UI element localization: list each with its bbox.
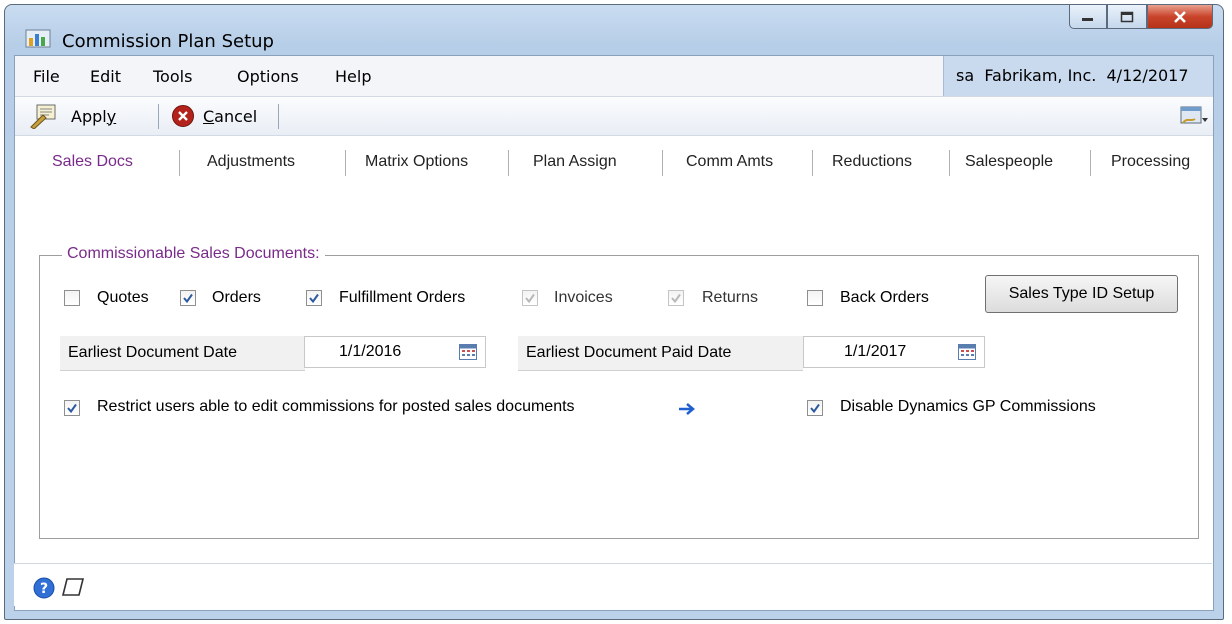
invoices-checkbox[interactable] — [522, 290, 538, 306]
quotes-checkbox[interactable] — [64, 290, 80, 306]
window-options-button[interactable] — [1179, 97, 1209, 135]
fulfillment-orders-label: Fulfillment Orders — [339, 289, 466, 306]
quotes-label: Quotes — [97, 289, 149, 306]
sales-type-id-setup-button[interactable]: Sales Type ID Setup — [985, 275, 1178, 313]
arrow-right-icon[interactable] — [678, 401, 696, 417]
earliest-doc-date-field[interactable]: 1/1/2016 — [304, 336, 486, 368]
cancel-button[interactable]: Cancel — [171, 97, 257, 135]
earliest-paid-date-value: 1/1/2017 — [844, 343, 907, 360]
tab-plan-assign[interactable]: Plan Assign — [533, 153, 617, 171]
tab-separator — [345, 150, 346, 176]
calendar-icon[interactable] — [459, 344, 477, 360]
window-options-icon — [1180, 106, 1208, 124]
earliest-paid-date-field[interactable]: 1/1/2017 — [803, 336, 985, 368]
tab-reductions[interactable]: Reductions — [832, 153, 912, 171]
tab-separator — [662, 150, 663, 176]
note-icon[interactable] — [61, 576, 85, 598]
check-icon — [309, 293, 319, 304]
cancel-label: Cancel — [203, 106, 258, 126]
tab-comm-amts[interactable]: Comm Amts — [686, 153, 773, 171]
restrict-users-label: Restrict users able to edit commissions … — [97, 398, 575, 415]
tab-separator — [812, 150, 813, 176]
app-icon — [25, 29, 51, 48]
disable-commissions-checkbox[interactable] — [807, 400, 823, 416]
menu-help[interactable]: Help — [335, 67, 371, 86]
earliest-paid-date-label: Earliest Document Paid Date — [526, 344, 732, 361]
tab-separator — [949, 150, 950, 176]
close-button[interactable] — [1147, 5, 1213, 29]
earliest-doc-date-label: Earliest Document Date — [68, 344, 237, 361]
content-area: Commissionable Sales Documents: — [14, 185, 1212, 559]
tab-separator — [179, 150, 180, 176]
menu-file[interactable]: File — [33, 67, 60, 86]
window-controls — [1069, 5, 1213, 31]
minimize-button[interactable] — [1069, 5, 1107, 29]
orders-checkbox[interactable] — [180, 290, 196, 306]
title-bar[interactable]: Commission Plan Setup — [5, 5, 1223, 52]
tab-matrix-options[interactable]: Matrix Options — [365, 153, 468, 171]
earliest-doc-date-value: 1/1/2016 — [339, 343, 402, 360]
toolbar: Apply Cancel — [15, 97, 1213, 136]
tab-separator — [1090, 150, 1091, 176]
back-orders-label: Back Orders — [840, 289, 929, 306]
minimize-icon — [1082, 17, 1093, 21]
tab-processing[interactable]: Processing — [1111, 153, 1190, 171]
tab-salespeople[interactable]: Salespeople — [965, 153, 1053, 171]
orders-label: Orders — [212, 289, 261, 306]
apply-icon — [30, 104, 56, 129]
invoices-label: Invoices — [554, 289, 613, 306]
close-icon — [1174, 10, 1186, 23]
maximize-button[interactable] — [1107, 5, 1147, 29]
menu-tools[interactable]: Tools — [153, 67, 192, 86]
status-bar: ? — [14, 563, 1212, 606]
apply-button[interactable]: Apply — [29, 97, 116, 135]
returns-label: Returns — [702, 289, 759, 306]
fulfillment-orders-checkbox[interactable] — [306, 290, 322, 306]
check-icon — [67, 403, 77, 414]
check-icon — [810, 403, 820, 414]
calendar-icon[interactable] — [958, 344, 976, 360]
group-title: Commissionable Sales Documents: — [62, 245, 325, 263]
restrict-users-checkbox[interactable] — [64, 400, 80, 416]
tab-strip: Sales Docs Adjustments Matrix Options Pl… — [15, 136, 1213, 188]
toolbar-separator — [278, 104, 279, 129]
window-title: Commission Plan Setup — [62, 31, 274, 52]
maximize-icon — [1120, 11, 1134, 22]
toolbar-separator — [158, 104, 159, 129]
check-icon — [525, 293, 535, 304]
user-company-date[interactable]: sa Fabrikam, Inc. 4/12/2017 — [943, 56, 1213, 96]
cancel-icon — [172, 105, 194, 127]
returns-checkbox[interactable] — [668, 290, 684, 306]
disable-commissions-label: Disable Dynamics GP Commissions — [840, 398, 1096, 415]
help-icon[interactable]: ? — [33, 577, 55, 599]
svg-text:?: ? — [40, 581, 48, 597]
tab-sales-docs[interactable]: Sales Docs — [52, 153, 133, 171]
tab-adjustments[interactable]: Adjustments — [207, 153, 295, 171]
check-icon — [671, 293, 681, 304]
apply-label: Apply — [71, 106, 117, 126]
check-icon — [183, 293, 193, 304]
tab-separator — [508, 150, 509, 176]
menu-bar: File Edit Tools Options Help sa Fabrikam… — [15, 56, 1213, 97]
menu-edit[interactable]: Edit — [90, 67, 121, 86]
menu-options[interactable]: Options — [237, 67, 299, 86]
back-orders-checkbox[interactable] — [807, 290, 823, 306]
